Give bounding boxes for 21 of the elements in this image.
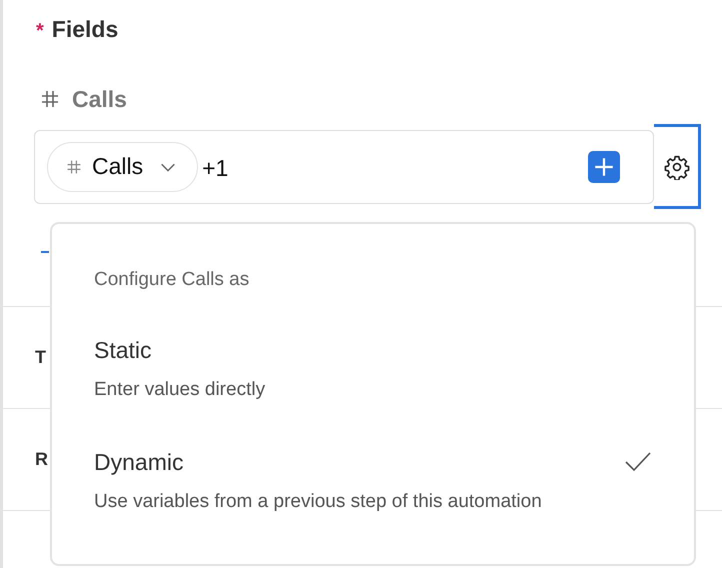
menu-option[interactable]: Static Enter values directly <box>94 335 654 401</box>
settings-button[interactable] <box>654 124 701 209</box>
option-description: Use variables from a previous step of this automation <box>94 491 543 513</box>
hash-icon <box>40 89 60 109</box>
plus-icon <box>593 156 615 178</box>
settings-icon <box>664 154 690 180</box>
option-title: Dynamic <box>94 448 184 476</box>
hash-icon <box>66 158 82 174</box>
menu-option[interactable]: Dynamic Use variables from a previous step of this automation <box>94 447 654 513</box>
required-asterisk: * <box>36 20 44 43</box>
option-title: Static <box>94 336 152 364</box>
field-label: Calls <box>72 86 127 112</box>
extra-count: +1 <box>202 155 228 182</box>
row-label: R <box>35 449 48 470</box>
input-field[interactable]: Calls +1 <box>34 130 654 204</box>
section-title: Fields <box>52 16 118 43</box>
add-button[interactable] <box>588 150 620 182</box>
option-description: Enter values directly <box>94 379 266 401</box>
field-chip[interactable]: Calls <box>47 142 198 192</box>
menu-heading: Configure Calls as <box>94 269 250 291</box>
row-label: T <box>35 347 46 368</box>
